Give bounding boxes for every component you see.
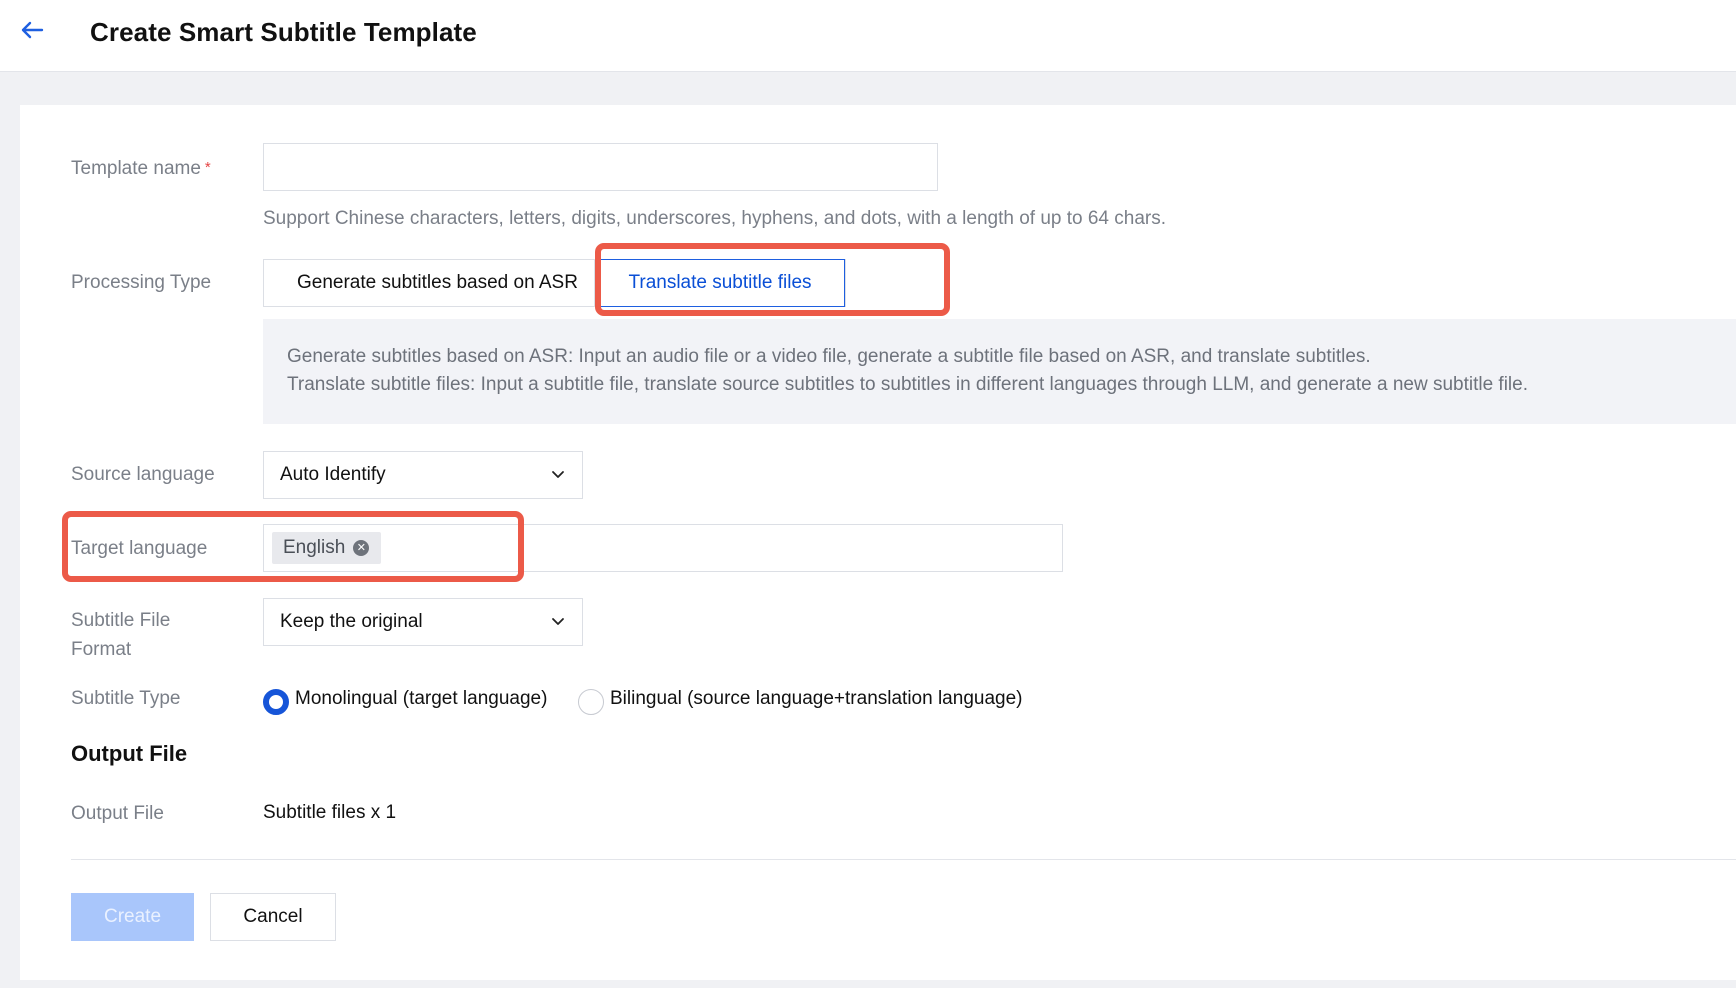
- language-tag-label: English: [283, 537, 346, 558]
- radio-monolingual-label[interactable]: Monolingual (target language): [295, 688, 547, 710]
- page-title: Create Smart Subtitle Template: [90, 17, 477, 47]
- target-language-multiselect[interactable]: [263, 524, 1063, 572]
- processing-type-label: Processing Type: [71, 272, 212, 293]
- info-asr-text: Generate subtitles based on ASR: Input a…: [287, 346, 1371, 367]
- output-file-label: Output File: [71, 803, 164, 824]
- subtitle-format-value: Keep the original: [280, 611, 423, 632]
- processing-type-segmented: Generate subtitles based on ASR Translat…: [263, 259, 846, 307]
- template-name-label: Template name *: [71, 158, 211, 179]
- required-mark: *: [204, 159, 211, 176]
- info-translate-text: Translate subtitle files: Input a subtit…: [287, 374, 1529, 395]
- processing-type-translate-option[interactable]: Translate subtitle files: [595, 259, 845, 307]
- page-header: Create Smart Subtitle Template: [0, 0, 1736, 72]
- radio-bilingual[interactable]: [578, 689, 604, 715]
- template-name-hint: Support Chinese characters, letters, dig…: [263, 208, 1167, 229]
- source-language-label: Source language: [71, 464, 215, 485]
- subtitle-format-label: Subtitle File Format: [71, 610, 171, 660]
- subtitle-type-label: Subtitle Type: [71, 688, 181, 709]
- target-language-label: Target language: [71, 538, 208, 559]
- source-language-value: Auto Identify: [280, 464, 386, 485]
- processing-type-asr-option[interactable]: Generate subtitles based on ASR: [264, 260, 595, 306]
- template-name-input[interactable]: [263, 143, 938, 191]
- create-button[interactable]: Create: [71, 893, 194, 941]
- divider: [71, 859, 1736, 860]
- radio-monolingual[interactable]: [263, 689, 289, 715]
- arrow-left-icon[interactable]: [18, 16, 46, 44]
- subtitle-format-select[interactable]: Keep the original: [263, 598, 583, 646]
- chevron-down-icon: [552, 471, 564, 478]
- chevron-down-icon: [552, 618, 564, 625]
- output-section-title: Output File: [71, 741, 188, 766]
- source-language-select[interactable]: Auto Identify: [263, 451, 583, 499]
- cancel-button[interactable]: Cancel: [210, 893, 336, 941]
- close-icon[interactable]: ✕: [353, 540, 370, 556]
- language-tag: English ✕: [272, 532, 382, 564]
- radio-bilingual-label[interactable]: Bilingual (source language+translation l…: [610, 688, 1022, 710]
- output-file-value: Subtitle files x 1: [263, 802, 397, 823]
- processing-type-info: Generate subtitles based on ASR: Input a…: [263, 319, 1736, 424]
